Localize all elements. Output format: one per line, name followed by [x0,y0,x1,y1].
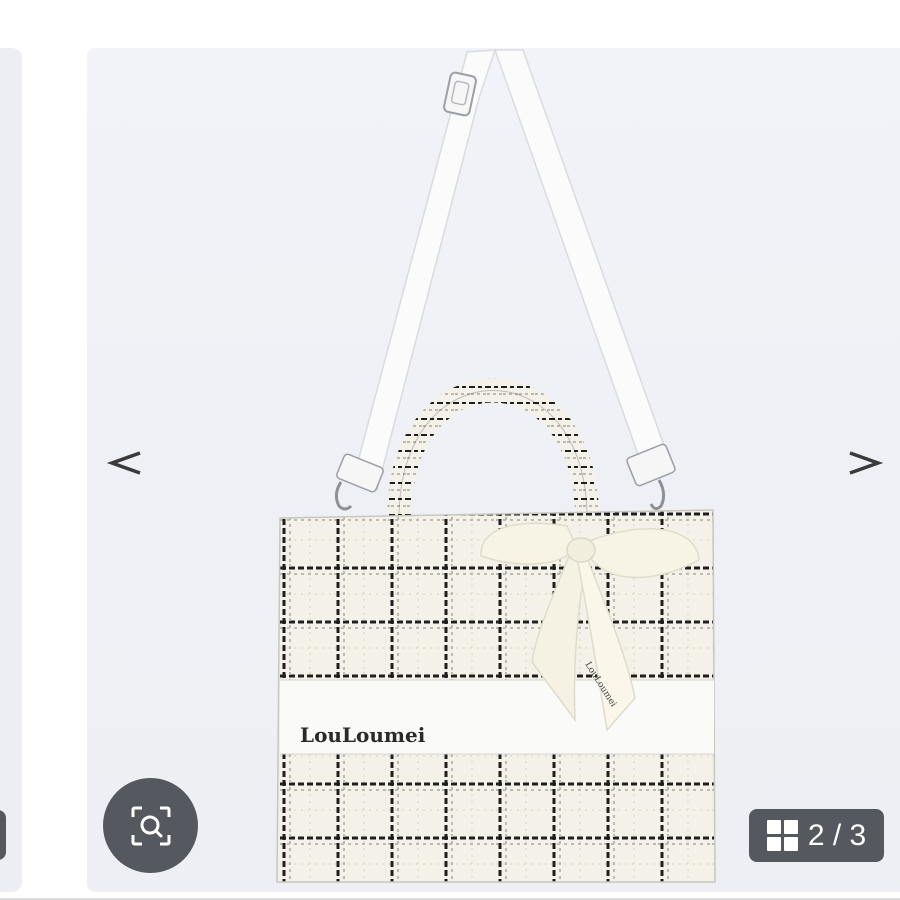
bag-brand-print: LouLoumei [300,723,426,747]
previous-slide-peek[interactable] [0,48,22,892]
chevron-left-icon [106,451,141,475]
grid-icon [766,820,798,851]
product-photo: LouLoumei LouLoumei [276,49,716,883]
image-search-button[interactable] [103,778,198,873]
image-counter-badge[interactable]: 2 / 3 [749,809,884,862]
chevron-right-icon [849,451,884,475]
previous-image-button[interactable] [104,436,148,490]
product-image-carousel: LouLoumei LouLoumei 2 / 3 [0,0,900,900]
image-counter-text: 2 / 3 [807,818,867,852]
image-search-icon [131,806,170,845]
current-slide[interactable]: LouLoumei LouLoumei [87,48,900,892]
previous-slide-badge-peek [0,810,6,860]
next-image-button[interactable] [842,436,886,490]
